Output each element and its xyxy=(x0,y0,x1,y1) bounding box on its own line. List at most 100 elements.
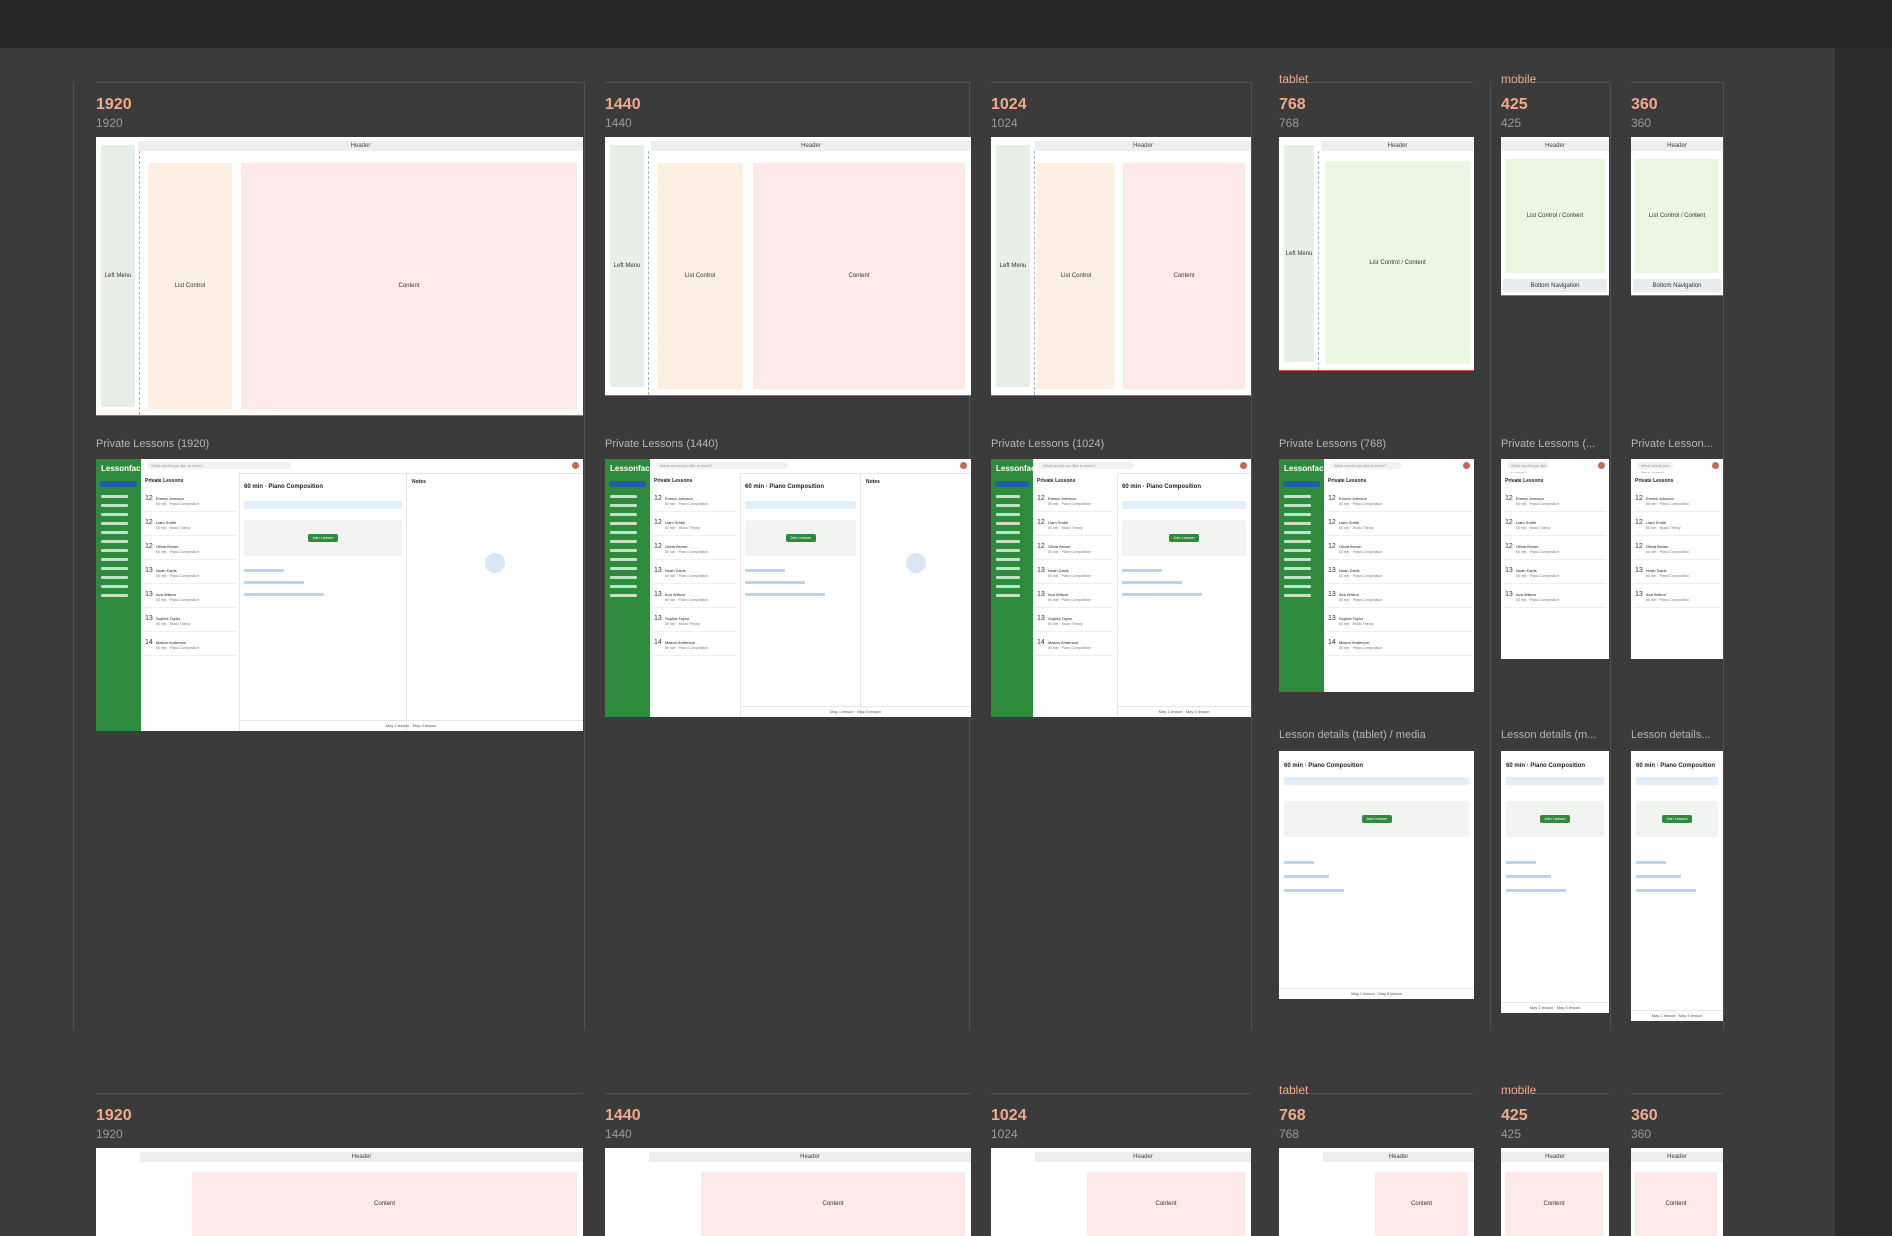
media-item[interactable] xyxy=(1506,875,1551,878)
join-lesson-button[interactable]: Join Lesson xyxy=(1662,815,1692,823)
lesson-row[interactable]: 13 Noah Davis 60 min · Piano Composition xyxy=(653,563,737,584)
media-item[interactable] xyxy=(1636,861,1666,864)
search-input[interactable]: What would you like to learn? xyxy=(1330,462,1403,469)
media-item[interactable] xyxy=(1636,889,1696,892)
sidebar-item[interactable] xyxy=(996,567,1020,570)
layout-wireframe[interactable]: Header Content xyxy=(1501,1148,1609,1236)
sidebar-item[interactable] xyxy=(1284,585,1311,588)
media-item[interactable] xyxy=(244,581,304,584)
media-item[interactable] xyxy=(1122,569,1162,572)
media-item[interactable] xyxy=(1122,593,1202,596)
lesson-row[interactable]: 12 Olivia Brown 60 min · Piano Composition xyxy=(653,539,737,560)
search-input[interactable]: What would you like to learn? xyxy=(1507,462,1549,475)
sidebar-item[interactable] xyxy=(996,540,1020,543)
lesson-row[interactable]: 12 Liam Smith 60 min · Music Theory xyxy=(1036,515,1114,536)
lesson-row[interactable]: 12 Liam Smith 60 min · Music Theory xyxy=(653,515,737,536)
media-item[interactable] xyxy=(745,569,785,572)
lesson-row[interactable]: 13 Sophia Taylor 60 min · Music Theory xyxy=(653,611,737,632)
sidebar-item[interactable] xyxy=(996,513,1020,516)
sidebar-item[interactable] xyxy=(1284,504,1311,507)
sidebar-item[interactable] xyxy=(610,540,637,543)
media-item[interactable] xyxy=(1284,889,1344,892)
join-lesson-button[interactable]: Join Lesson xyxy=(1361,815,1392,823)
frame-title[interactable]: Private Lesson... xyxy=(1631,438,1723,450)
lesson-row[interactable]: 12 Olivia Brown 60 min · Piano Composition xyxy=(1504,539,1606,560)
lesson-row[interactable]: 13 Noah Davis 60 min · Piano Composition xyxy=(1036,563,1114,584)
lesson-detail-frame[interactable]: 60 min · Piano Composition Join Lesson May… xyxy=(1279,751,1474,999)
lesson-pager[interactable]: May 1 lesson · May 5 lesson xyxy=(1501,1002,1609,1013)
join-lesson-button[interactable]: Join Lesson xyxy=(785,534,816,542)
sidebar-item[interactable] xyxy=(610,585,637,588)
layout-wireframe[interactable]: Header Content xyxy=(991,1148,1251,1236)
join-lesson-button[interactable]: Join Lesson xyxy=(1540,815,1570,823)
search-input[interactable]: What would you like to learn? xyxy=(656,462,789,469)
layout-wireframe[interactable]: Header Content xyxy=(605,1148,971,1236)
layout-wireframe[interactable]: Header Content xyxy=(1631,1148,1723,1236)
sidebar-item[interactable] xyxy=(610,558,637,561)
sidebar-item[interactable] xyxy=(996,522,1020,525)
app-frame[interactable]: Lessonface What would you like to learn? P… xyxy=(991,459,1251,717)
sidebar-item[interactable] xyxy=(1284,531,1311,534)
lesson-list[interactable]: Private Lessons 12 Emma Johnson 60 min · Pi… xyxy=(141,473,240,731)
frame-title[interactable]: Private Lessons (768) xyxy=(1279,438,1474,450)
app-frame[interactable]: Lessonface What would you like to learn? P… xyxy=(605,459,971,717)
frame-title[interactable]: Private Lessons (1024) xyxy=(991,438,1251,450)
sidebar-item[interactable] xyxy=(1284,549,1311,552)
sidebar-item[interactable] xyxy=(1284,576,1311,579)
avatar[interactable] xyxy=(1463,462,1470,469)
lesson-row[interactable]: 13 Noah Davis 60 min · Piano Composition xyxy=(1327,563,1471,584)
sidebar-item[interactable] xyxy=(101,504,128,507)
media-item[interactable] xyxy=(244,593,324,596)
lesson-row[interactable]: 12 Liam Smith 60 min · Music Theory xyxy=(1327,515,1471,536)
join-lesson-button[interactable]: Join Lesson xyxy=(1169,534,1199,542)
sidebar-item[interactable] xyxy=(101,495,128,498)
lesson-list[interactable]: Private Lessons 12 Emma Johnson 60 min · Pi… xyxy=(1631,473,1723,659)
lesson-row[interactable]: 13 Ava Wilson 60 min · Piano Composition xyxy=(1036,587,1114,608)
lesson-pager[interactable]: May 1 lesson · May 5 lesson xyxy=(1117,706,1251,717)
lesson-row[interactable]: 13 Sophia Taylor 60 min · Music Theory xyxy=(1327,611,1471,632)
sidebar-item[interactable] xyxy=(610,576,637,579)
layout-wireframe[interactable]: Header Content xyxy=(1279,1148,1474,1236)
new-button[interactable] xyxy=(995,481,1029,487)
sidebar-item[interactable] xyxy=(101,549,128,552)
design-canvas[interactable]: 1920 1920 Header Left Menu List Control Conte… xyxy=(0,48,1835,1236)
lesson-list[interactable]: Private Lessons 12 Emma Johnson 60 min · Pi… xyxy=(650,473,741,717)
sidebar-item[interactable] xyxy=(101,585,128,588)
sidebar-item[interactable] xyxy=(610,504,637,507)
sidebar-item[interactable] xyxy=(996,504,1020,507)
sidebar-item[interactable] xyxy=(996,549,1020,552)
lesson-list[interactable]: Private Lessons 12 Emma Johnson 60 min · Pi… xyxy=(1324,473,1474,692)
avatar[interactable] xyxy=(572,462,579,469)
new-button[interactable] xyxy=(100,481,137,487)
frame-title[interactable]: Private Lessons (... xyxy=(1501,438,1609,450)
media-item[interactable] xyxy=(1636,875,1681,878)
sidebar-item[interactable] xyxy=(610,594,637,597)
sidebar-item[interactable] xyxy=(101,513,128,516)
sidebar-item[interactable] xyxy=(610,567,637,570)
sidebar-item[interactable] xyxy=(610,531,637,534)
lesson-row[interactable]: 12 Liam Smith 60 min · Music Theory xyxy=(1504,515,1606,536)
media-item[interactable] xyxy=(745,581,805,584)
frame-title[interactable]: Private Lessons (1440) xyxy=(605,438,971,450)
sidebar-item[interactable] xyxy=(996,558,1020,561)
media-item[interactable] xyxy=(745,593,825,596)
lesson-row[interactable]: 12 Liam Smith 60 min · Music Theory xyxy=(1634,515,1720,536)
lesson-row[interactable]: 12 Emma Johnson 60 min · Piano Composition xyxy=(1634,491,1720,512)
sidebar-item[interactable] xyxy=(101,567,128,570)
sidebar-item[interactable] xyxy=(610,522,637,525)
lesson-detail-frame[interactable]: 60 min · Piano Composition Join Lesson May… xyxy=(1631,751,1723,1021)
sidebar-item[interactable] xyxy=(101,594,128,597)
lesson-row[interactable]: 13 Noah Davis 60 min · Piano Composition xyxy=(144,563,236,584)
search-input[interactable]: What would you like to learn? xyxy=(1637,462,1674,475)
lesson-row[interactable]: 12 Olivia Brown 60 min · Piano Composition xyxy=(144,539,236,560)
media-item[interactable] xyxy=(1506,861,1536,864)
avatar[interactable] xyxy=(1712,462,1719,469)
lesson-row[interactable]: 14 Mason Anderson 60 min · Piano Compositi… xyxy=(1327,635,1471,656)
lesson-pager[interactable]: May 1 lesson · May 5 lesson xyxy=(1279,988,1474,999)
join-lesson-button[interactable]: Join Lesson xyxy=(308,534,338,542)
lesson-row[interactable]: 13 Ava Wilson 60 min · Piano Composition xyxy=(144,587,236,608)
avatar[interactable] xyxy=(960,462,967,469)
search-input[interactable]: What would you like to learn? xyxy=(147,462,291,469)
lesson-row[interactable]: 12 Olivia Brown 60 min · Piano Composition xyxy=(1634,539,1720,560)
lesson-row[interactable]: 12 Liam Smith 60 min · Music Theory xyxy=(144,515,236,536)
